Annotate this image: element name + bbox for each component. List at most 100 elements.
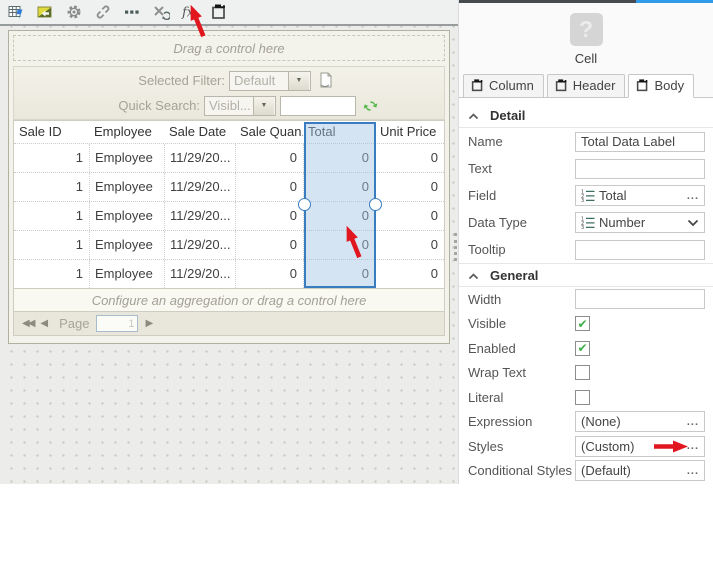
clear-formula-icon[interactable]: [152, 4, 170, 21]
ellipsis-button[interactable]: ...: [687, 440, 699, 452]
selected-filter-dropdown[interactable]: Default ▼: [229, 70, 311, 91]
settings-gear-icon[interactable]: [65, 4, 83, 21]
section-general: General Width Visible ✔ Enabled ✔ Wrap Text Lit…: [459, 263, 713, 483]
cell[interactable]: 0: [235, 144, 303, 172]
prop-picker-data-type[interactable]: 1 2 3 Number: [575, 212, 705, 233]
cell[interactable]: 0: [235, 260, 303, 288]
prop-control-text: [575, 158, 705, 179]
cell[interactable]: Employee: [89, 202, 164, 230]
cell[interactable]: 0: [235, 173, 303, 201]
cell[interactable]: 11/29/20...: [164, 173, 235, 201]
refresh-icon[interactable]: [363, 99, 378, 113]
chevron-down-icon[interactable]: [687, 219, 699, 227]
prop-control-wrap-text: [575, 365, 705, 381]
aggregation-zone[interactable]: Configure an aggregation or drag a contr…: [13, 289, 445, 312]
selected-column-overlay[interactable]: [298, 122, 382, 288]
column-header-employee[interactable]: Employee: [89, 121, 164, 143]
prop-picker-field[interactable]: 1 2 3 Total...: [575, 185, 705, 206]
cell[interactable]: 0: [235, 202, 303, 230]
paste-control-icon[interactable]: [210, 4, 228, 21]
data-grid-edit-icon[interactable]: [7, 4, 25, 21]
tab-header[interactable]: Header: [546, 74, 626, 98]
prop-row-expression: Expression (None)...: [459, 410, 713, 435]
cell[interactable]: 1: [14, 173, 89, 201]
drag-control-zone[interactable]: Drag a control here: [13, 35, 445, 61]
ellipsis-button[interactable]: ...: [687, 465, 699, 477]
prop-row-field: Field 1 2 3 Total...: [459, 182, 713, 209]
tab-body[interactable]: Body: [628, 74, 695, 98]
prop-picker-expression[interactable]: (None)...: [575, 411, 705, 433]
section-header-detail[interactable]: Detail: [459, 104, 713, 128]
cell[interactable]: 0: [235, 231, 303, 259]
prop-input-width[interactable]: [575, 289, 705, 310]
first-page-button[interactable]: ◀◀: [22, 318, 35, 329]
question-glyph: ?: [578, 16, 594, 42]
column-header-unit-price[interactable]: Unit Price: [375, 121, 444, 143]
ellipsis-button[interactable]: ...: [687, 416, 699, 428]
selected-filter-value: Default: [234, 73, 276, 88]
unlink-icon[interactable]: [94, 4, 112, 21]
dropdown-arrow-icon[interactable]: ▼: [253, 96, 274, 115]
cell[interactable]: Employee: [89, 231, 164, 259]
preview-export-icon[interactable]: [36, 4, 54, 21]
prop-checkbox-wrap-text[interactable]: [575, 365, 590, 381]
cell[interactable]: 0: [375, 144, 444, 172]
prop-checkbox-enabled[interactable]: ✔: [575, 340, 590, 356]
prev-page-button[interactable]: ◀: [40, 318, 48, 329]
quick-search-field-dropdown[interactable]: Visibl... ▼: [204, 95, 276, 116]
prop-control-field: 1 2 3 Total...: [575, 185, 705, 206]
cell[interactable]: 11/29/20...: [164, 202, 235, 230]
page-number-input[interactable]: [96, 315, 139, 332]
column-header-sale-quan[interactable]: Sale Quan...: [235, 121, 303, 143]
prop-label: Name: [468, 134, 503, 149]
prop-picker-conditional-styles[interactable]: (Default)...: [575, 460, 705, 482]
prop-input-name[interactable]: [575, 131, 705, 152]
table-row: 1 Employee 11/29/20... 0 0 0: [14, 230, 444, 259]
filter-bar: Selected Filter: Default ▼ Quick Search:…: [13, 66, 445, 120]
ellipsis-icon[interactable]: [123, 4, 141, 21]
svg-text:3: 3: [581, 198, 584, 202]
cell[interactable]: 0: [375, 231, 444, 259]
fx-function-icon[interactable]: fx: [181, 4, 199, 21]
cell[interactable]: Employee: [89, 173, 164, 201]
cell[interactable]: 0: [375, 173, 444, 201]
next-page-button[interactable]: ▶: [145, 318, 153, 329]
prop-row-text: Text: [459, 155, 713, 182]
prop-control-expression: (None)...: [575, 411, 705, 433]
cell[interactable]: 0: [375, 260, 444, 288]
cell[interactable]: 1: [14, 202, 89, 230]
cell[interactable]: 11/29/20...: [164, 260, 235, 288]
prop-picker-styles[interactable]: (Custom)...: [575, 435, 705, 457]
column-header-sale-id[interactable]: Sale ID: [14, 121, 89, 143]
quick-search-input[interactable]: [280, 95, 356, 116]
prop-checkbox-literal[interactable]: [575, 389, 590, 405]
prop-label: Wrap Text: [468, 365, 527, 381]
prop-input-text[interactable]: [575, 158, 705, 179]
prop-checkbox-visible[interactable]: ✔: [575, 316, 590, 332]
prop-input-tooltip[interactable]: [575, 239, 705, 260]
save-filter-icon[interactable]: [318, 72, 334, 89]
cell[interactable]: 0: [375, 202, 444, 230]
cell[interactable]: Employee: [89, 260, 164, 288]
ellipsis-button[interactable]: ...: [687, 190, 699, 202]
prop-label: Tooltip: [468, 242, 506, 257]
dropdown-arrow-icon[interactable]: ▼: [288, 71, 309, 90]
cell[interactable]: 1: [14, 144, 89, 172]
chevron-up-icon: [468, 268, 479, 283]
selection-handle-left[interactable]: [298, 198, 311, 211]
splitter-grip[interactable]: [454, 233, 457, 261]
cell[interactable]: Employee: [89, 144, 164, 172]
field-list-icon: 123: [581, 189, 595, 202]
tab-label: Body: [654, 78, 685, 93]
cell[interactable]: 11/29/20...: [164, 144, 235, 172]
tab-label: Header: [572, 78, 616, 93]
section-header-general[interactable]: General: [459, 263, 713, 287]
design-surface: Drag a control here Selected Filter: Def…: [0, 26, 458, 484]
selection-handle-right[interactable]: [369, 198, 382, 211]
tab-column[interactable]: Column: [463, 74, 544, 98]
cell[interactable]: 1: [14, 260, 89, 288]
designer-pane: fx Drag a control here Selected Filter: …: [0, 0, 458, 484]
column-header-sale-date[interactable]: Sale Date: [164, 121, 235, 143]
cell[interactable]: 1: [14, 231, 89, 259]
cell[interactable]: 11/29/20...: [164, 231, 235, 259]
